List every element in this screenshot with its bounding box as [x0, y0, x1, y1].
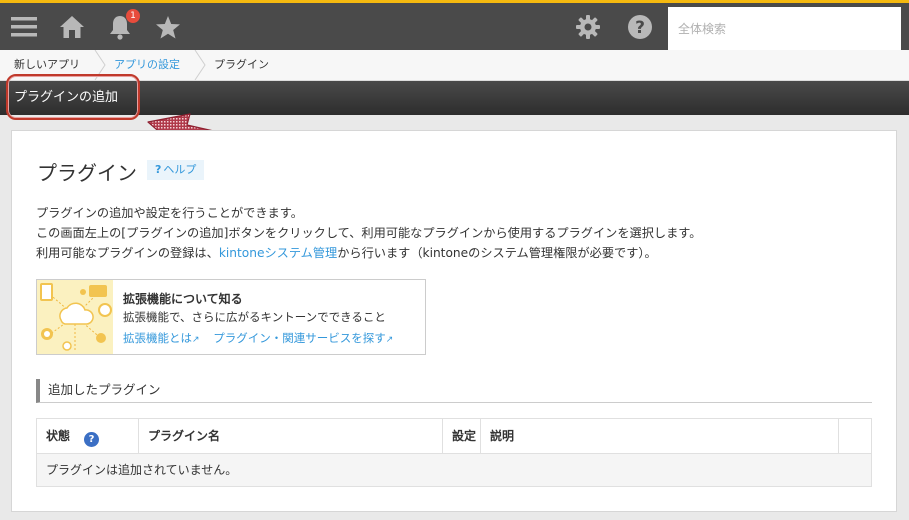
breadcrumb-separator-icon	[194, 50, 206, 80]
column-header-plugin-name: プラグイン名	[139, 419, 443, 454]
column-header-status: 状態?	[37, 419, 139, 454]
find-plugins-label: プラグイン・関連サービスを探す	[213, 331, 386, 345]
help-icon[interactable]: ?	[624, 3, 656, 50]
notification-button[interactable]: 1	[104, 3, 140, 50]
breadcrumb-app-name: 新しいアプリ	[14, 58, 80, 71]
column-header-description: 説明	[481, 419, 839, 454]
table-header-row: 状態? プラグイン名 設定 説明	[37, 419, 871, 454]
column-header-actions	[839, 419, 871, 454]
description-text: 利用可能なプラグインの登録は、	[36, 246, 219, 260]
help-button[interactable]: ? ヘルプ	[147, 160, 205, 180]
column-header-settings: 設定	[443, 419, 481, 454]
extension-illustration	[37, 280, 113, 354]
home-icon[interactable]	[56, 3, 88, 50]
page-title: プラグイン	[37, 161, 137, 185]
description-line: この画面左上の[プラグインの追加]ボタンをクリックして、利用可能なプラグインから…	[36, 226, 702, 240]
added-plugins-heading: 追加したプラグイン	[36, 379, 872, 403]
global-search-input[interactable]	[668, 7, 901, 50]
description-line: プラグインの追加や設定を行うことができます。	[36, 206, 303, 220]
global-header: 1 ?	[0, 0, 909, 50]
find-plugins-link[interactable]: プラグイン・関連サービスを探す↗	[213, 331, 393, 345]
about-extensions-label: 拡張機能とは	[123, 331, 192, 345]
external-link-icon: ↗	[192, 335, 200, 345]
gear-icon[interactable]	[572, 3, 604, 50]
breadcrumb-separator-icon	[94, 50, 106, 80]
action-bar: プラグインの追加	[0, 81, 909, 115]
help-question-icon: ?	[155, 163, 162, 176]
star-icon[interactable]	[152, 3, 184, 50]
add-plugin-button[interactable]: プラグインの追加	[14, 81, 118, 115]
notification-badge: 1	[126, 9, 140, 23]
description-text: から行います（kintoneのシステム管理権限が必要です）。	[337, 246, 657, 260]
breadcrumb: 新しいアプリ アプリの設定 プラグイン	[0, 50, 909, 81]
menu-icon[interactable]	[6, 3, 42, 50]
extension-info-subtitle: 拡張機能で、さらに広がるキントーンでできること	[123, 310, 386, 324]
page-description: プラグインの追加や設定を行うことができます。 この画面左上の[プラグインの追加]…	[36, 203, 701, 263]
plugins-table: 状態? プラグイン名 設定 説明 プラグインは追加されていません。	[36, 418, 872, 487]
svg-text:?: ?	[635, 18, 645, 38]
empty-table-message: プラグインは追加されていません。	[37, 454, 871, 486]
about-extensions-link[interactable]: 拡張機能とは↗	[123, 331, 200, 345]
column-header-label: 状態	[46, 429, 71, 443]
description-line: 利用可能なプラグインの登録は、kintoneシステム管理から行います（kinto…	[36, 243, 701, 263]
extension-info-links: 拡張機能とは↗ プラグイン・関連サービスを探す↗	[123, 330, 403, 346]
extension-info-box: 拡張機能について知る 拡張機能で、さらに広がるキントーンでできること 拡張機能と…	[36, 279, 426, 355]
content-panel: プラグイン ? ヘルプ プラグインの追加や設定を行うことができます。 この画面左上…	[11, 130, 897, 512]
extension-info-title: 拡張機能について知る	[123, 292, 243, 306]
help-label: ヘルプ	[163, 163, 197, 176]
breadcrumb-app-settings-link[interactable]: アプリの設定	[114, 50, 180, 80]
status-help-icon[interactable]: ?	[84, 432, 100, 447]
breadcrumb-current-page: プラグイン	[214, 58, 269, 71]
kintone-system-admin-link[interactable]: kintoneシステム管理	[219, 246, 337, 260]
external-link-icon: ↗	[385, 335, 394, 345]
